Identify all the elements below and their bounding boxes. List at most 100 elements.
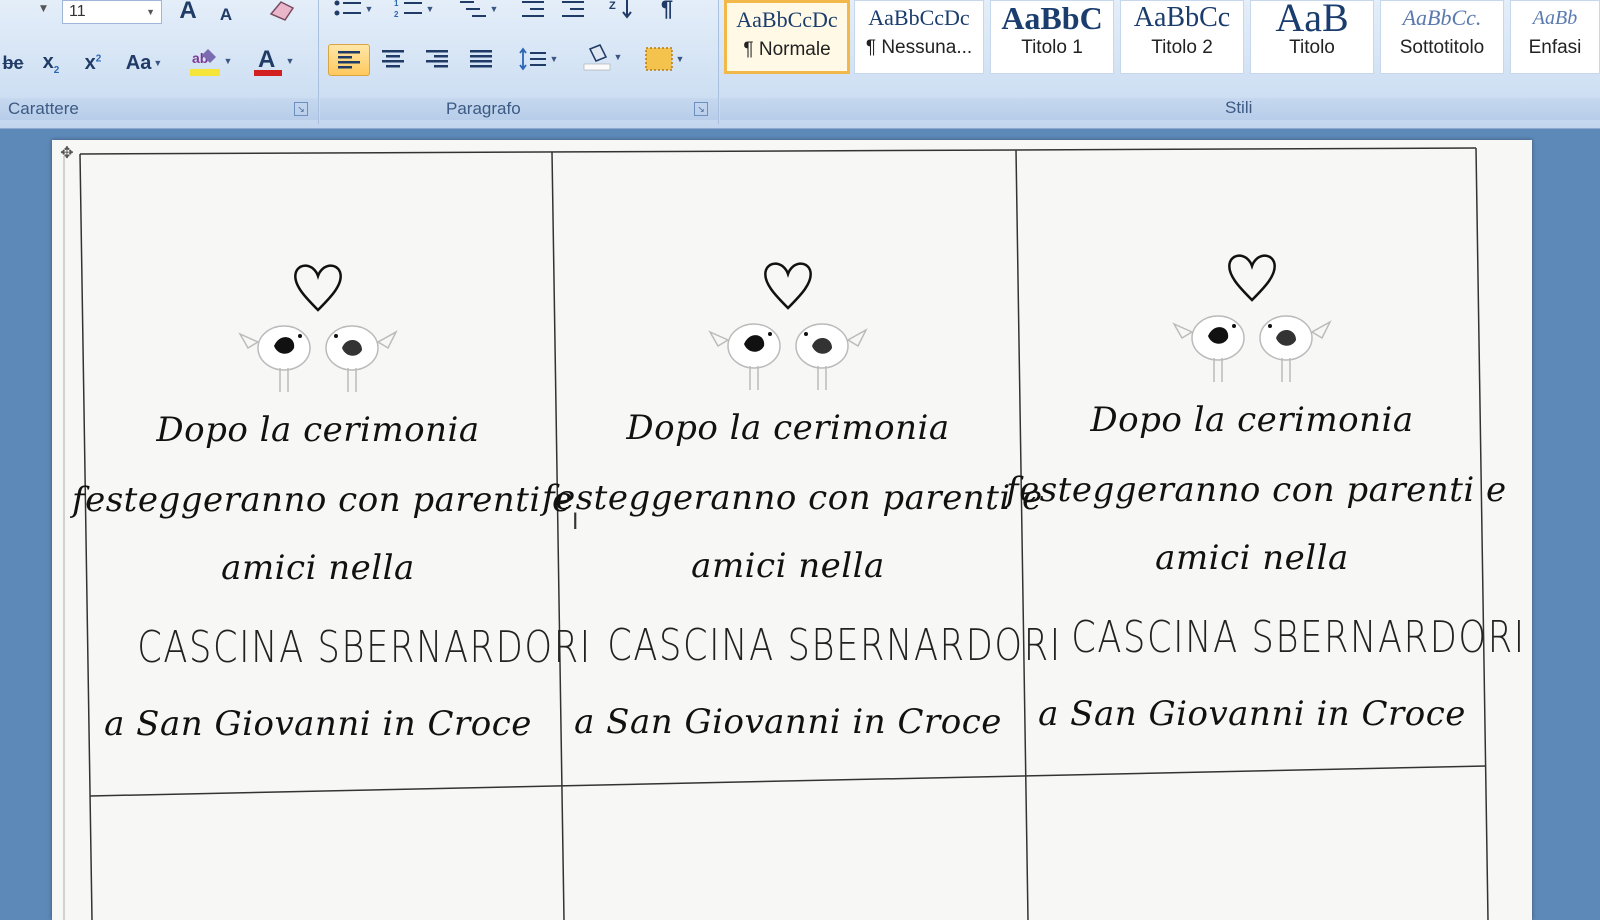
subscript-icon: x2 xyxy=(42,50,60,76)
card-line-1: Dopo la cerimonia xyxy=(626,408,950,448)
style-7[interactable]: AaBb Enfasi xyxy=(1510,0,1600,74)
chevron-down-icon: ▼ xyxy=(285,56,295,66)
font-name-dropdown-arrow[interactable]: ▼ xyxy=(40,4,47,14)
font-dialog-launcher[interactable]: ↘ xyxy=(294,102,308,116)
styles-group: AaBbCcDc ¶ Normale AaBbCcDc ¶ Nessuna... AaB… xyxy=(720,0,1600,124)
align-left-icon xyxy=(338,51,360,69)
svg-text:Z: Z xyxy=(609,0,616,12)
strikethrough-button[interactable]: be xyxy=(0,48,26,78)
ribbon: ▼ 11 ▼ A A be x2 x2 Aa ▼ ab ▼ A ▼ Caratt… xyxy=(0,0,1600,129)
style-4[interactable]: AaBbCc Titolo 2 xyxy=(1120,0,1244,74)
invitation-card[interactable]: Dopo la cerimonia festeggeranno con paren… xyxy=(1006,142,1524,782)
highlighter-icon: ab xyxy=(189,49,220,76)
venue-location: a San Giovanni in Croce xyxy=(574,702,1002,742)
line-spacing-button[interactable]: ▼ xyxy=(510,44,566,74)
font-size-select[interactable]: 11 ▼ xyxy=(62,0,162,24)
card-line-2: festeggeranno con parenti e xyxy=(542,478,1043,518)
clear-formatting-button[interactable] xyxy=(262,0,302,24)
style-2[interactable]: AaBbCcDc ¶ Nessuna... xyxy=(854,0,984,74)
bullet-list-icon xyxy=(334,0,361,16)
style-sample: AaBbCcDc xyxy=(868,5,970,30)
card-line-3: amici nella xyxy=(221,548,415,588)
change-case-icon: Aa xyxy=(125,51,152,74)
svg-text:2: 2 xyxy=(394,10,399,19)
love-birds-icon xyxy=(1172,254,1332,382)
style-name: Enfasi xyxy=(1528,37,1582,58)
sort-az-icon: Z xyxy=(609,0,632,19)
pilcrow-icon: ¶ xyxy=(660,0,674,21)
chevron-down-icon: ▼ xyxy=(364,4,374,14)
card-line-1: Dopo la cerimonia xyxy=(1090,400,1414,440)
invitation-card[interactable]: Dopo la cerimonia festeggeranno con paren… xyxy=(72,152,592,792)
card-line-1: Dopo la cerimonia xyxy=(156,410,480,450)
decrease-indent-button[interactable] xyxy=(516,0,550,24)
font-size-value: 11 xyxy=(69,3,86,20)
eraser-icon xyxy=(269,1,295,21)
style-sample: AaBbCcDc xyxy=(736,7,838,32)
card-line-2: festeggeranno con parenti e xyxy=(1006,470,1507,510)
style-sample: AaBbC xyxy=(1001,0,1103,36)
style-3[interactable]: AaBbC Titolo 1 xyxy=(990,0,1114,74)
grow-font-button[interactable]: A xyxy=(174,0,202,26)
invitation-card[interactable]: Dopo la cerimonia festeggeranno con paren… xyxy=(542,150,1062,790)
chevron-down-icon: ▼ xyxy=(675,54,685,64)
chevron-down-icon: ▼ xyxy=(549,54,559,64)
bullets-button[interactable]: ▼ xyxy=(326,0,380,24)
chevron-down-icon: ▼ xyxy=(613,52,623,62)
increase-indent-button[interactable] xyxy=(556,0,590,24)
shrink-font-button[interactable]: A xyxy=(214,0,238,30)
change-case-button[interactable]: Aa ▼ xyxy=(120,48,168,78)
venue-name: CASCINA SBERNARDORI xyxy=(607,620,1062,671)
numbered-list-icon: 12 xyxy=(394,0,422,19)
chevron-down-icon: ▼ xyxy=(153,58,163,68)
style-1[interactable]: AaBbCcDc ¶ Normale xyxy=(724,0,850,74)
love-birds-icon xyxy=(708,262,868,390)
increase-indent-icon xyxy=(562,1,584,17)
document-page[interactable]: ✥ I Dopo la cerimonia festeggeranno con p… xyxy=(52,140,1532,920)
style-name: Titolo xyxy=(1289,37,1335,58)
paragraph-group: ▼ 12 ▼ ▼ Z ¶ ▼ ▼ ▼ Paragrafo ↘ xyxy=(320,0,719,124)
borders-button[interactable]: ▼ xyxy=(636,44,692,74)
style-sample: AaBbCc xyxy=(1133,2,1231,33)
styles-group-label: Stili xyxy=(720,98,1600,120)
justify-button[interactable] xyxy=(462,44,500,74)
style-6[interactable]: AaBbCc. Sottotitolo xyxy=(1380,0,1504,74)
shading-button[interactable]: ▼ xyxy=(574,42,630,72)
chevron-down-icon: ▼ xyxy=(425,4,435,14)
style-name: ¶ Nessuna... xyxy=(865,37,973,58)
show-formatting-marks-button[interactable]: ¶ xyxy=(650,0,684,24)
svg-text:A: A xyxy=(258,46,275,73)
style-name: Sottotitolo xyxy=(1399,37,1485,58)
font-group-title: Carattere xyxy=(8,99,79,118)
paragraph-group-label: Paragrafo ↘ xyxy=(320,98,718,120)
sort-button[interactable]: Z xyxy=(602,0,642,24)
chevron-down-icon: ▼ xyxy=(489,4,499,14)
align-center-icon xyxy=(382,50,404,68)
card-line-2: festeggeranno con parenti e xyxy=(72,480,573,520)
multilevel-list-icon xyxy=(459,1,486,17)
paint-bucket-icon xyxy=(583,44,610,71)
style-5[interactable]: AaB Titolo xyxy=(1250,0,1374,74)
venue-name: CASCINA SBERNARDORI xyxy=(137,622,592,673)
style-name: Titolo 1 xyxy=(1021,37,1083,58)
chevron-down-icon: ▼ xyxy=(146,7,155,17)
styles-group-title: Stili xyxy=(1225,98,1253,117)
subscript-button[interactable]: x2 xyxy=(34,48,68,78)
font-color-button[interactable]: A ▼ xyxy=(244,46,302,76)
multilevel-list-button[interactable]: ▼ xyxy=(450,0,506,24)
style-name: Titolo 2 xyxy=(1151,37,1213,58)
chevron-down-icon: ▼ xyxy=(223,56,233,66)
align-right-button[interactable] xyxy=(418,44,456,74)
superscript-button[interactable]: x2 xyxy=(76,48,110,78)
venue-location: a San Giovanni in Croce xyxy=(1038,694,1466,734)
paragraph-dialog-launcher[interactable]: ↘ xyxy=(694,102,708,116)
align-left-button[interactable] xyxy=(328,44,370,76)
justify-icon xyxy=(470,50,492,68)
style-sample: AaBbCc. xyxy=(1402,5,1482,30)
font-group: ▼ 11 ▼ A A be x2 x2 Aa ▼ ab ▼ A ▼ Caratt… xyxy=(0,0,319,124)
superscript-icon: x2 xyxy=(84,51,102,74)
numbering-button[interactable]: 12 ▼ xyxy=(386,0,442,24)
highlight-color-button[interactable]: ab ▼ xyxy=(180,46,240,76)
svg-text:1: 1 xyxy=(394,0,399,8)
align-center-button[interactable] xyxy=(374,44,412,74)
